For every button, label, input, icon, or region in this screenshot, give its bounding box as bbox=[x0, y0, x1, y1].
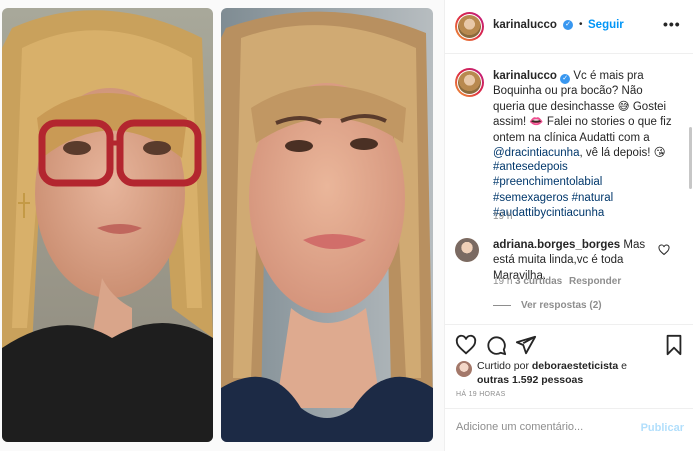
hashtag[interactable]: #natural bbox=[572, 192, 614, 204]
before-photo bbox=[2, 8, 213, 442]
caption-hashtags: #antesedepois #preenchimentolabial #seme… bbox=[493, 160, 678, 222]
post-sidebar: karinalucco ✓ • Seguir ••• karinalucco ✓… bbox=[444, 0, 693, 451]
caption-mention[interactable]: @dracintiacunha bbox=[493, 147, 579, 159]
likes-conj: e bbox=[621, 360, 628, 372]
author-username[interactable]: karinalucco bbox=[493, 19, 557, 31]
likes-prefix: Curtido por bbox=[477, 360, 529, 372]
add-comment-bar: Adicione um comentário... Publicar bbox=[445, 408, 693, 451]
liker-avatar[interactable] bbox=[456, 361, 472, 377]
comments-scrollbar[interactable] bbox=[689, 127, 692, 189]
caption-username[interactable]: karinalucco bbox=[493, 70, 557, 82]
hashtag[interactable]: #preenchimentolabial bbox=[493, 176, 602, 188]
replies-divider bbox=[493, 304, 511, 306]
comment-likes[interactable]: 3 curtidas bbox=[515, 276, 562, 287]
comment-username[interactable]: adriana.borges_borges bbox=[493, 239, 620, 251]
post-actions: Curtido por deboraesteticista e outras 1… bbox=[445, 324, 693, 398]
view-replies-button[interactable]: Ver respostas (2) bbox=[493, 300, 602, 311]
share-icon[interactable] bbox=[515, 334, 537, 356]
comment-time[interactable]: 19 h bbox=[493, 276, 512, 287]
bookmark-icon[interactable] bbox=[663, 334, 685, 356]
more-icon[interactable]: ••• bbox=[663, 16, 681, 32]
post-caption: karinalucco ✓ Vc é mais pra Boquinha ou … bbox=[493, 69, 673, 161]
reply-button[interactable]: Responder bbox=[569, 276, 621, 287]
likes-summary: Curtido por deboraesteticista e outras 1… bbox=[477, 359, 657, 387]
follow-button[interactable]: Seguir bbox=[588, 19, 624, 31]
comments-list[interactable]: karinalucco ✓ Vc é mais pra Boquinha ou … bbox=[445, 55, 693, 323]
comment-input[interactable]: Adicione um comentário... bbox=[456, 421, 583, 433]
heart-icon[interactable] bbox=[455, 334, 477, 356]
commenter-avatar[interactable] bbox=[455, 238, 479, 262]
post-comment-button[interactable]: Publicar bbox=[641, 422, 684, 434]
caption-text-after: , vê lá depois! 😘 bbox=[579, 147, 666, 160]
caption-time[interactable]: 19 h bbox=[493, 211, 512, 222]
comment-icon[interactable] bbox=[485, 334, 507, 356]
post-media[interactable] bbox=[0, 0, 444, 451]
post-time-ago[interactable]: HÁ 19 HORAS bbox=[456, 391, 506, 398]
caption-avatar[interactable] bbox=[455, 68, 484, 97]
header-separator: • bbox=[579, 19, 583, 30]
after-photo bbox=[221, 8, 433, 442]
liker-username[interactable]: deboraesteticista bbox=[532, 360, 618, 372]
author-avatar[interactable] bbox=[455, 12, 484, 41]
comment-heart-icon[interactable] bbox=[658, 244, 670, 256]
post-header: karinalucco ✓ • Seguir ••• bbox=[445, 0, 693, 54]
hashtag[interactable]: #antesedepois bbox=[493, 161, 568, 173]
verified-icon: ✓ bbox=[563, 20, 573, 30]
likes-others[interactable]: outras 1.592 pessoas bbox=[477, 374, 583, 386]
hashtag[interactable]: #semexageros bbox=[493, 192, 568, 204]
view-replies-label: Ver respostas (2) bbox=[521, 300, 602, 311]
verified-icon: ✓ bbox=[560, 74, 571, 84]
